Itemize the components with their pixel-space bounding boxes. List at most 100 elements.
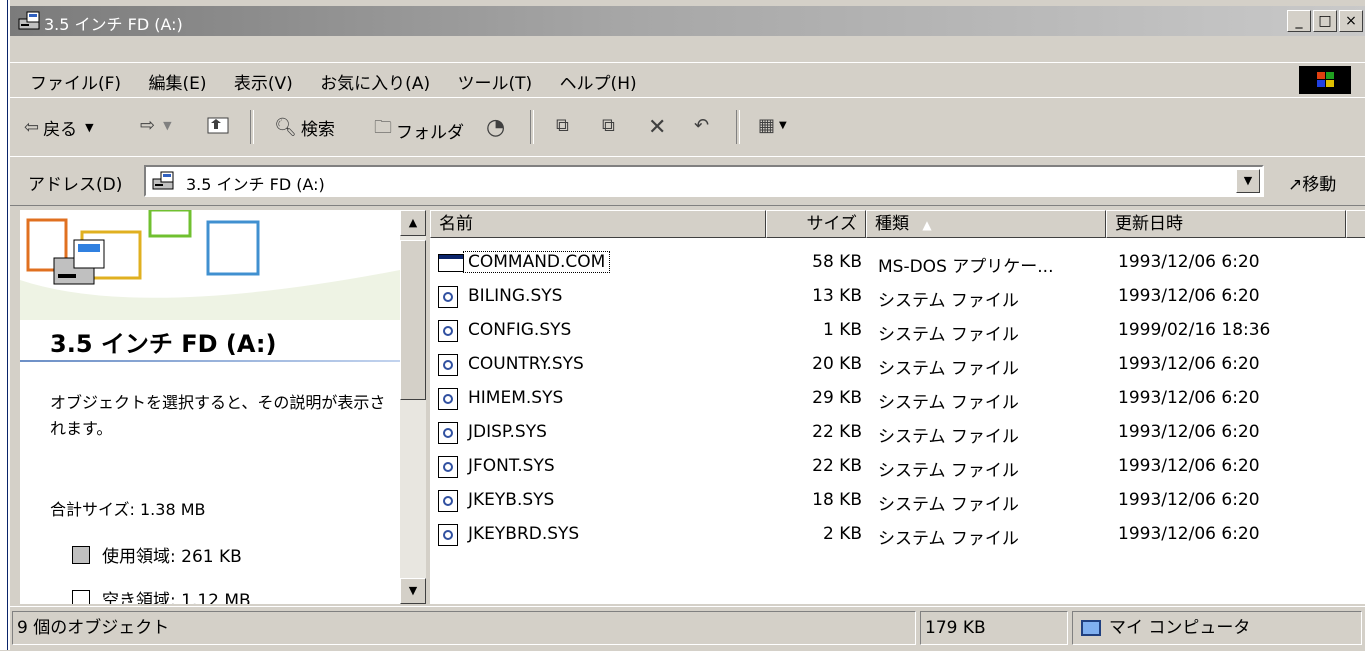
- free-space-label: 空き領域: 1.12 MB: [102, 591, 251, 604]
- file-name: HIMEM.SYS: [468, 388, 564, 408]
- file-row[interactable]: CONFIG.SYS 1 KB システム ファイル 1999/02/16 18:36: [430, 314, 1365, 348]
- title-bar[interactable]: 3.5 インチ FD (A:) _ □ ×: [10, 6, 1365, 36]
- file-modified: 1993/12/06 6:20: [1118, 252, 1260, 272]
- copy-to-button[interactable]: ⧉: [602, 115, 619, 136]
- column-header-name[interactable]: 名前: [430, 210, 766, 238]
- file-row[interactable]: HIMEM.SYS 29 KB システム ファイル 1993/12/06 6:20: [430, 382, 1365, 416]
- system-file-icon: [438, 388, 458, 410]
- file-row[interactable]: BILING.SYS 13 KB システム ファイル 1993/12/06 6:20: [430, 280, 1365, 314]
- file-size: 22 KB: [812, 456, 862, 476]
- status-object-count: 9 個のオブジェクト: [12, 611, 916, 645]
- left-pane-scrollbar[interactable]: ▲ ▼: [400, 210, 426, 604]
- up-folder-icon: [207, 117, 229, 134]
- search-icon: 🔍︎: [274, 117, 297, 138]
- folders-label: フォルダ: [396, 122, 464, 143]
- scroll-down-button[interactable]: ▼: [400, 578, 426, 604]
- file-size: 1 KB: [822, 320, 862, 340]
- status-zone: マイ コンピュータ: [1072, 611, 1362, 645]
- system-file-icon: [438, 320, 458, 342]
- search-label: 検索: [300, 120, 335, 140]
- file-name: BILING.SYS: [468, 286, 563, 306]
- address-bar: アドレス(D) 3.5 インチ FD (A:) ▼ ↗移動: [10, 156, 1365, 206]
- file-type: システム ファイル: [878, 359, 1019, 379]
- column-header-modified[interactable]: 更新日時: [1106, 210, 1346, 238]
- system-file-icon: [438, 456, 458, 478]
- system-file-icon: [438, 354, 458, 376]
- back-arrow-icon: ⇦: [24, 117, 40, 138]
- file-row[interactable]: COUNTRY.SYS 20 KB システム ファイル 1993/12/06 6:20: [430, 348, 1365, 382]
- column-header-filler: [1346, 210, 1365, 238]
- scroll-up-button[interactable]: ▲: [400, 210, 426, 236]
- file-row[interactable]: JFONT.SYS 22 KB システム ファイル 1993/12/06 6:20: [430, 450, 1365, 484]
- standard-toolbar: ⇦ 戻る ▼ ⇨ ▼ 🔍︎ 検索 🗀 フォルダ ◔ ⧉ ⧉ ✕ ↶ ▦ ▼: [10, 97, 1365, 157]
- file-type: システム ファイル: [878, 495, 1019, 515]
- views-icon: ▦: [758, 115, 776, 136]
- drive-banner-art: [20, 210, 400, 320]
- file-row[interactable]: COMMAND.COM 58 KB MS-DOS アプリケー... 1993/12/0…: [430, 246, 1365, 280]
- free-space-legend: 空き領域: 1.12 MB: [72, 586, 251, 604]
- delete-button[interactable]: ✕: [648, 115, 670, 140]
- minimize-button[interactable]: _: [1287, 10, 1311, 32]
- menu-help[interactable]: ヘルプ(H): [560, 69, 637, 94]
- forward-dropdown-icon[interactable]: ▼: [163, 119, 171, 132]
- file-name: JDISP.SYS: [468, 422, 547, 442]
- views-dropdown-icon[interactable]: ▼: [779, 120, 787, 131]
- scroll-thumb[interactable]: [400, 240, 426, 400]
- file-modified: 1999/02/16 18:36: [1118, 320, 1271, 340]
- address-dropdown-button[interactable]: ▼: [1236, 169, 1260, 193]
- address-label: アドレス(D): [28, 175, 123, 195]
- file-name: JFONT.SYS: [468, 456, 555, 476]
- go-arrow-icon: ↗: [1288, 175, 1303, 195]
- copy-to-icon: ⧉: [602, 115, 615, 136]
- file-modified: 1993/12/06 6:20: [1118, 490, 1260, 510]
- up-folder-button[interactable]: [206, 115, 230, 135]
- used-space-label: 使用領域: 261 KB: [102, 547, 242, 567]
- search-button[interactable]: 🔍︎ 検索: [274, 115, 335, 140]
- history-clock-icon: ◔: [486, 115, 506, 140]
- forward-button[interactable]: ⇨ ▼: [140, 115, 172, 136]
- file-modified: 1993/12/06 6:20: [1118, 422, 1260, 442]
- file-type: MS-DOS アプリケー...: [878, 257, 1054, 277]
- maximize-button[interactable]: □: [1313, 10, 1337, 32]
- back-label: 戻る: [43, 120, 78, 140]
- file-size: 13 KB: [812, 286, 862, 306]
- system-file-icon: [438, 422, 458, 444]
- history-button[interactable]: ◔: [486, 115, 509, 140]
- sort-arrow-icon: ▲: [922, 218, 932, 232]
- file-size: 18 KB: [812, 490, 862, 510]
- folders-button[interactable]: 🗀 フォルダ: [374, 115, 464, 145]
- go-button[interactable]: ↗移動: [1288, 170, 1336, 195]
- floppy-drive-icon: [152, 171, 174, 190]
- column-header-type[interactable]: 種類 ▲: [866, 210, 1106, 238]
- menu-tools[interactable]: ツール(T): [458, 69, 533, 94]
- menu-view[interactable]: 表示(V): [234, 69, 293, 94]
- file-row[interactable]: JKEYB.SYS 18 KB システム ファイル 1993/12/06 6:20: [430, 484, 1365, 518]
- menu-edit[interactable]: 編集(E): [148, 69, 206, 94]
- menu-favorites[interactable]: お気に入り(A): [320, 69, 430, 94]
- used-space-legend: 使用領域: 261 KB: [72, 542, 242, 567]
- column-header-type-label: 種類: [875, 214, 909, 234]
- close-button[interactable]: ×: [1339, 10, 1363, 32]
- undo-icon: ↶: [694, 115, 710, 136]
- file-size: 2 KB: [822, 524, 862, 544]
- menu-file[interactable]: ファイル(F): [30, 69, 121, 94]
- back-dropdown-icon[interactable]: ▼: [85, 121, 93, 134]
- file-type: システム ファイル: [878, 529, 1019, 549]
- views-button[interactable]: ▦ ▼: [758, 115, 787, 136]
- delete-x-icon: ✕: [648, 115, 667, 140]
- file-row[interactable]: JKEYBRD.SYS 2 KB システム ファイル 1993/12/06 6:20: [430, 518, 1365, 552]
- move-to-button[interactable]: ⧉: [556, 115, 573, 136]
- window-edge: [0, 0, 8, 650]
- file-size: 22 KB: [812, 422, 862, 442]
- file-row[interactable]: JDISP.SYS 22 KB システム ファイル 1993/12/06 6:20: [430, 416, 1365, 450]
- address-input[interactable]: 3.5 インチ FD (A:) ▼: [144, 165, 1264, 197]
- window-title: 3.5 インチ FD (A:): [44, 15, 183, 34]
- back-button[interactable]: ⇦ 戻る ▼: [24, 115, 94, 140]
- my-computer-icon: [1081, 620, 1101, 636]
- pane-divider: [20, 360, 400, 362]
- file-type: システム ファイル: [878, 325, 1019, 345]
- system-file-icon: [438, 286, 458, 308]
- pane-drive-title: 3.5 インチ FD (A:): [50, 330, 277, 358]
- column-header-size[interactable]: サイズ: [766, 210, 866, 238]
- undo-button[interactable]: ↶: [694, 115, 713, 136]
